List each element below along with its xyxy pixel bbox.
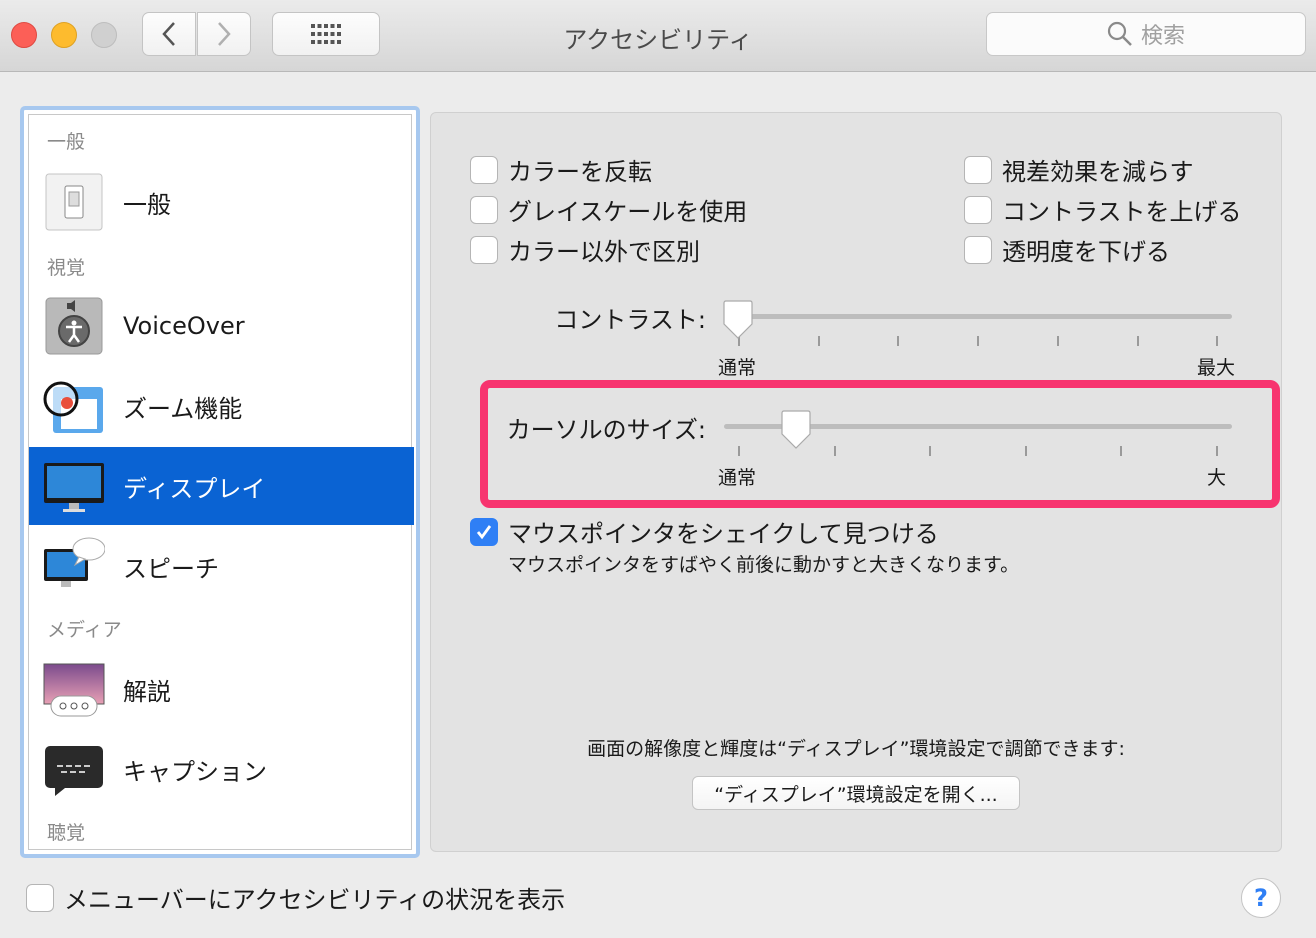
invert-colors-checkbox[interactable]: [470, 155, 498, 184]
slider-tick: [1057, 336, 1059, 346]
differentiate-option[interactable]: カラー以外で区別: [470, 232, 700, 267]
help-button[interactable]: ?: [1241, 878, 1281, 918]
open-display-preferences-button[interactable]: “ディスプレイ”環境設定を開く...: [692, 776, 1020, 810]
slider-tick: [834, 446, 836, 456]
reduce-transparency-label: 透明度を下げる: [1002, 238, 1170, 266]
slider-tick: [929, 446, 931, 456]
shake-to-find-description: マウスポインタをすばやく前後に動かすと大きくなります。: [508, 554, 1020, 576]
search-placeholder: 検索: [1140, 24, 1185, 49]
cursor-size-slider-knob[interactable]: [780, 410, 812, 450]
speech-icon: [44, 537, 105, 587]
sidebar-item-captions[interactable]: キャプション: [29, 730, 414, 808]
sidebar-item-label: 一般: [123, 190, 171, 219]
slider-tick: [1025, 446, 1027, 456]
shake-to-find-checkbox[interactable]: [470, 517, 498, 546]
increase-contrast-label: コントラストを上げる: [1002, 198, 1242, 226]
display-settings-note: 画面の解像度と輝度は“ディスプレイ”環境設定で調節できます:: [587, 738, 1125, 760]
grayscale-label: グレイスケールを使用: [508, 198, 748, 226]
reduce-motion-option[interactable]: 視差効果を減らす: [964, 152, 1194, 187]
reduce-transparency-option[interactable]: 透明度を下げる: [964, 232, 1170, 267]
sidebar: 一般 一般 視覚 VoiceOver ズーム機能 ディスプレイ スピーチ メディ…: [20, 106, 420, 858]
sidebar-item-voiceover[interactable]: VoiceOver: [29, 287, 414, 365]
contrast-min-label: 通常: [718, 357, 757, 379]
reduce-motion-checkbox[interactable]: [964, 155, 992, 184]
slider-tick: [1216, 446, 1218, 456]
differentiate-checkbox[interactable]: [470, 235, 498, 264]
checkmark-icon: [476, 524, 492, 539]
show-in-menubar-checkbox[interactable]: [26, 883, 54, 912]
contrast-slider-label: コントラスト:: [554, 306, 706, 334]
sidebar-item-speech[interactable]: スピーチ: [29, 527, 414, 605]
sidebar-item-general[interactable]: 一般: [29, 163, 414, 241]
reduce-transparency-checkbox[interactable]: [964, 235, 992, 264]
slider-tick: [977, 336, 979, 346]
sidebar-item-label: ディスプレイ: [123, 474, 266, 503]
contrast-slider-knob[interactable]: [722, 300, 754, 340]
voiceover-icon: [45, 297, 103, 355]
display-icon: [44, 463, 104, 512]
sidebar-item-label: キャプション: [123, 757, 267, 786]
general-icon: [45, 173, 103, 231]
title-bar: アクセシビリティ 検索: [0, 0, 1316, 72]
slider-tick: [1137, 336, 1139, 346]
contrast-max-label: 最大: [1197, 357, 1236, 379]
cursor-size-max-label: 大: [1207, 467, 1227, 489]
section-hearing: 聴覚: [47, 822, 86, 844]
sidebar-item-label: 解説: [123, 677, 171, 706]
show-in-menubar-option[interactable]: メニューバーにアクセシビリティの状況を表示: [26, 880, 565, 915]
shake-to-find-option[interactable]: マウスポインタをシェイクして見つける: [470, 514, 939, 549]
shake-to-find-label: マウスポインタをシェイクして見つける: [508, 520, 939, 548]
slider-tick: [818, 336, 820, 346]
cursor-size-slider-label: カーソルのサイズ:: [506, 416, 706, 444]
sidebar-item-label: ズーム機能: [123, 394, 243, 423]
invert-colors-option[interactable]: カラーを反転: [470, 152, 652, 187]
slider-tick: [1216, 336, 1218, 346]
sidebar-item-zoom[interactable]: ズーム機能: [29, 367, 414, 445]
slider-tick: [1120, 446, 1122, 456]
sidebar-item-display[interactable]: ディスプレイ: [29, 447, 414, 525]
captions-icon: [45, 746, 103, 796]
sidebar-list[interactable]: 一般 一般 視覚 VoiceOver ズーム機能 ディスプレイ スピーチ メディ…: [28, 114, 414, 850]
section-media: メディア: [47, 619, 122, 641]
grayscale-option[interactable]: グレイスケールを使用: [470, 192, 747, 227]
sidebar-item-label: VoiceOver: [123, 312, 245, 340]
cursor-size-min-label: 通常: [718, 467, 757, 489]
search-icon: [1107, 21, 1132, 46]
search-input[interactable]: 検索: [986, 12, 1306, 56]
contrast-slider-track[interactable]: [724, 314, 1232, 319]
section-vision: 視覚: [47, 257, 86, 279]
invert-colors-label: カラーを反転: [508, 158, 652, 186]
sidebar-item-descriptions[interactable]: 解説: [29, 650, 414, 728]
increase-contrast-option[interactable]: コントラストを上げる: [964, 192, 1242, 227]
show-in-menubar-label: メニューバーにアクセシビリティの状況を表示: [64, 886, 566, 914]
differentiate-label: カラー以外で区別: [508, 238, 700, 266]
section-general: 一般: [47, 131, 86, 153]
reduce-motion-label: 視差効果を減らす: [1002, 158, 1194, 186]
increase-contrast-checkbox[interactable]: [964, 195, 992, 224]
zoom-icon: [43, 381, 103, 433]
slider-tick: [897, 336, 899, 346]
descriptions-icon: [43, 663, 105, 717]
sidebar-item-label: スピーチ: [123, 554, 219, 583]
slider-tick: [738, 446, 740, 456]
grayscale-checkbox[interactable]: [470, 195, 498, 224]
